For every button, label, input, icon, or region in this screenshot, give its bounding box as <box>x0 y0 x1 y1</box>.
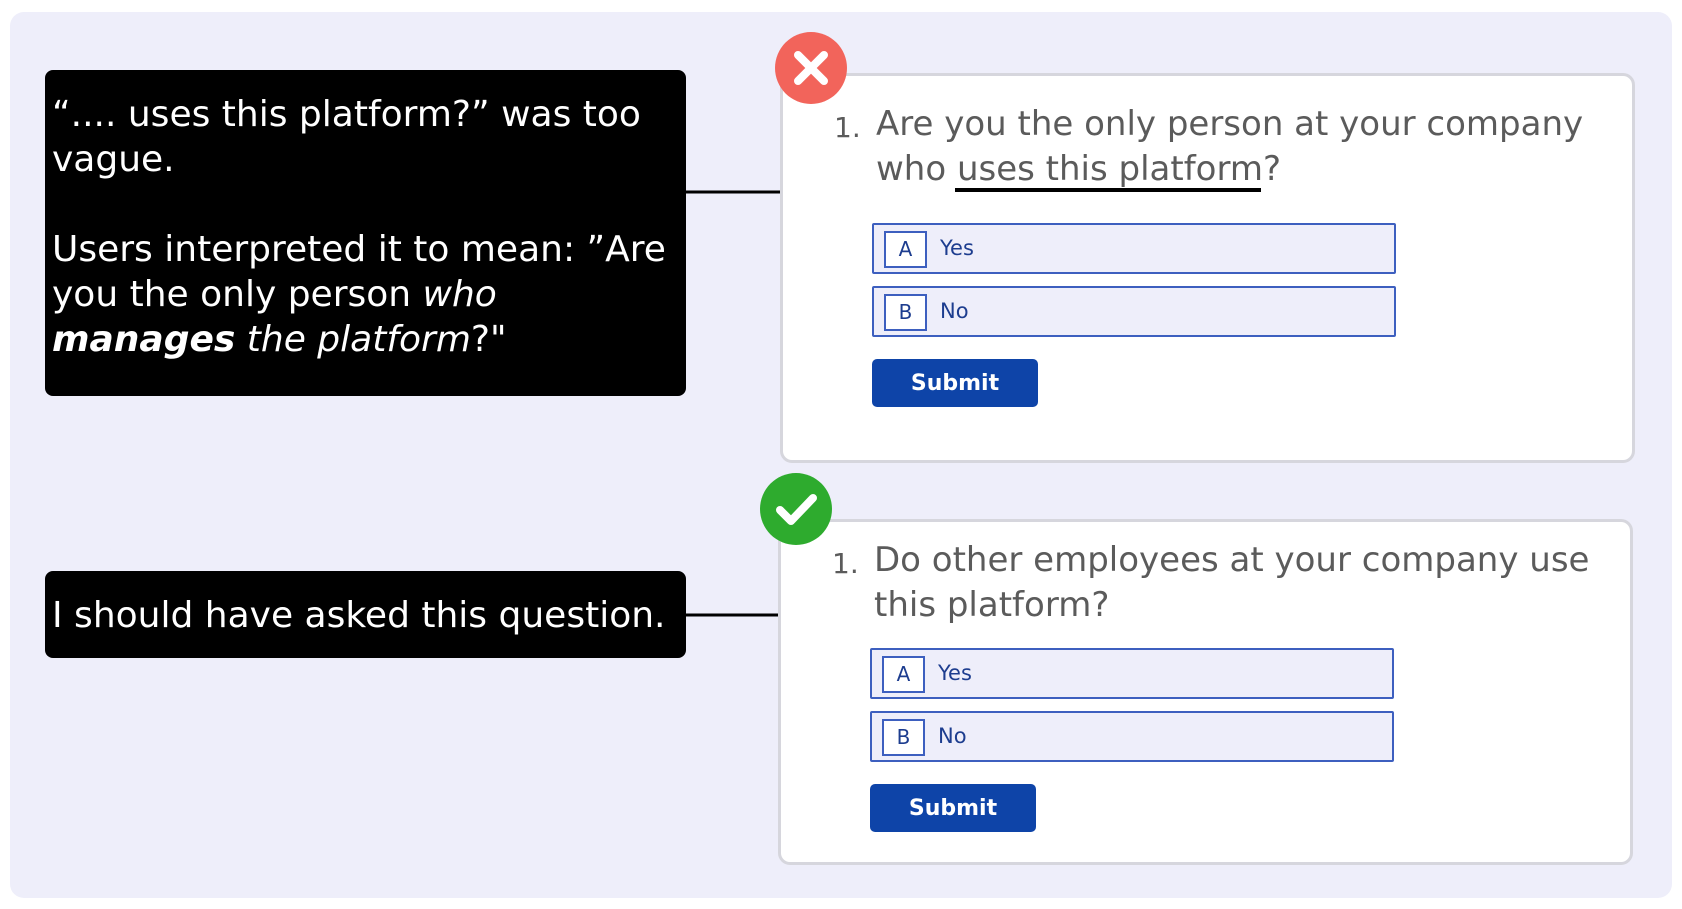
option-no[interactable]: B No <box>872 286 1396 337</box>
callout-emphasis-manages: manages <box>52 319 236 360</box>
check-mark-icon <box>760 473 832 545</box>
callout-line-2-suffix: ?" <box>470 319 507 360</box>
callout-text: I should have asked this question. <box>52 595 666 636</box>
option-label: Yes <box>938 661 972 685</box>
submit-button[interactable]: Submit <box>870 784 1036 832</box>
callout-line-2-italic: who <box>422 274 497 315</box>
callout-line-2: Users interpreted it to mean: ”Are you t… <box>52 227 678 362</box>
question-underline <box>955 188 1261 192</box>
option-yes[interactable]: A Yes <box>870 648 1394 699</box>
callout-vague-explanation: “.... uses this platform?” was too vague… <box>45 70 686 396</box>
callout-line-1: “.... uses this platform?” was too vague… <box>52 94 641 180</box>
callout-spacer <box>52 182 678 227</box>
question-number: 1. <box>834 111 861 144</box>
option-key: A <box>884 231 927 268</box>
question-number: 1. <box>832 547 859 580</box>
question-card-right: 1. Do other employees at your company us… <box>778 519 1633 865</box>
question-text: Are you the only person at your company … <box>876 104 1584 189</box>
option-label: No <box>940 299 969 323</box>
option-no[interactable]: B No <box>870 711 1394 762</box>
callout-correct-question: I should have asked this question. <box>45 571 686 658</box>
submit-button[interactable]: Submit <box>872 359 1038 407</box>
callout-line-2-italic-tail: the platform <box>235 319 471 360</box>
option-label: Yes <box>940 236 974 260</box>
question-card-wrong: 1. Are you the only person at your compa… <box>780 73 1635 463</box>
option-key: B <box>884 294 927 331</box>
x-mark-icon <box>775 32 847 104</box>
option-yes[interactable]: A Yes <box>872 223 1396 274</box>
option-key: B <box>882 719 925 756</box>
option-key: A <box>882 656 925 693</box>
question-text: Do other employees at your company use t… <box>874 540 1590 625</box>
option-label: No <box>938 724 967 748</box>
callout-line-2-prefix: Users interpreted it to mean: ”Are you t… <box>52 229 666 315</box>
